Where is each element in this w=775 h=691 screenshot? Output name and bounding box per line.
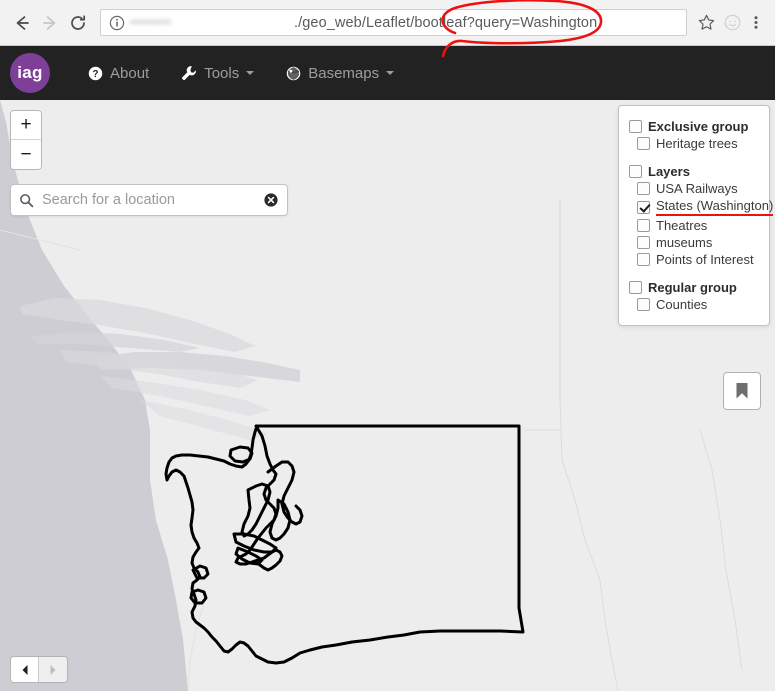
chevron-down-icon	[386, 71, 395, 75]
nav-item-about-label: About	[110, 64, 150, 82]
checkbox-theatres[interactable]	[637, 219, 650, 232]
layer-group-exclusive: Exclusive group Heritage trees	[629, 118, 759, 152]
left-arrow-icon	[22, 664, 27, 675]
layer-label: Layers	[648, 164, 690, 179]
nav-item-basemaps[interactable]: Basemaps	[270, 59, 410, 88]
url-origin-redacted: ••••••••	[130, 14, 172, 31]
zoom-out-button[interactable]: −	[11, 140, 41, 169]
svg-text:?: ?	[92, 68, 98, 79]
layer-item-usa-railways[interactable]: USA Railways	[629, 180, 759, 197]
layer-item-heritage-trees[interactable]: Heritage trees	[629, 135, 759, 152]
checkbox-usa-railways[interactable]	[637, 182, 650, 195]
checkbox-states-washington[interactable]	[637, 200, 650, 214]
app-navbar: iag ? About Tools Basemaps	[0, 46, 775, 100]
layer-label: States (Washington)	[656, 198, 774, 216]
location-search-box[interactable]	[10, 184, 288, 216]
checkbox-layers-group[interactable]	[629, 165, 642, 178]
back-arrow-icon	[16, 15, 29, 30]
checkbox-points-of-interest[interactable]	[637, 253, 650, 266]
nav-item-basemaps-label: Basemaps	[308, 64, 380, 82]
layer-item-theatres[interactable]: Theatres	[629, 217, 759, 234]
layer-group-layers: Layers USA Railways States (Washington) …	[629, 163, 774, 268]
leaflet-map[interactable]: + − Exclusive group Heritage trees	[0, 100, 775, 691]
nav-item-tools[interactable]: Tools	[165, 59, 270, 88]
checkbox-regular-group[interactable]	[629, 281, 642, 294]
layer-label: museums	[656, 235, 713, 250]
checkbox-heritage-trees[interactable]	[637, 137, 650, 150]
forward-arrow-icon	[43, 15, 56, 30]
profile-avatar-button[interactable]	[719, 10, 745, 36]
layer-label: Theatres	[656, 218, 708, 233]
pager-next-button[interactable]	[39, 657, 67, 682]
layer-label: Regular group	[648, 280, 737, 295]
layer-label: Exclusive group	[648, 119, 749, 134]
zoom-in-button[interactable]: +	[11, 111, 41, 140]
layer-label: USA Railways	[656, 181, 738, 196]
bookmark-star-button[interactable]	[693, 10, 719, 36]
bookmark-icon	[736, 383, 748, 399]
layer-group-regular: Regular group Counties	[629, 279, 759, 313]
search-icon	[20, 193, 34, 207]
browser-menu-button[interactable]	[745, 10, 767, 36]
map-pager-control	[10, 656, 68, 683]
checkbox-exclusive-group[interactable]	[629, 120, 642, 133]
star-icon	[698, 14, 714, 30]
layer-item-points-of-interest[interactable]: Points of Interest	[629, 251, 759, 268]
pager-previous-button[interactable]	[11, 657, 40, 682]
clear-search-icon[interactable]	[263, 192, 279, 208]
info-circle-icon[interactable]	[109, 15, 125, 31]
url-query: ?query=Washington	[466, 14, 598, 31]
right-arrow-icon	[50, 664, 56, 675]
map-zoom-control: + −	[10, 110, 42, 170]
wrench-icon	[181, 65, 197, 81]
three-dot-menu-icon	[754, 16, 758, 29]
layer-label: Counties	[656, 297, 708, 312]
account-circle-icon	[724, 14, 740, 31]
url-path: /geo_web/Leaflet/bootleaf	[298, 14, 467, 31]
browser-back-button[interactable]	[8, 9, 36, 37]
question-circle-icon: ?	[88, 66, 103, 81]
checkbox-museums[interactable]	[637, 236, 650, 249]
checkbox-counties[interactable]	[637, 298, 650, 311]
browser-reload-button[interactable]	[64, 9, 92, 37]
search-input[interactable]	[40, 191, 263, 209]
browser-forward-button[interactable]	[36, 9, 64, 37]
address-bar[interactable]: •••••••• . /geo_web/Leaflet/bootleaf ?qu…	[100, 9, 687, 36]
layer-group-header-exclusive[interactable]: Exclusive group	[629, 118, 759, 135]
map-bookmark-button[interactable]	[723, 372, 761, 410]
brand-logo-iag[interactable]: iag	[10, 53, 50, 93]
layer-group-header-layers[interactable]: Layers	[629, 163, 759, 180]
layer-item-museums[interactable]: museums	[629, 234, 759, 251]
layer-item-counties[interactable]: Counties	[629, 296, 759, 313]
layer-label: Points of Interest	[656, 252, 754, 267]
layer-label: Heritage trees	[656, 136, 738, 151]
nav-item-about[interactable]: ? About	[72, 59, 165, 88]
browser-toolbar: •••••••• . /geo_web/Leaflet/bootleaf ?qu…	[0, 0, 775, 46]
globe-icon	[286, 66, 301, 81]
chevron-down-icon	[246, 71, 255, 75]
reload-icon	[71, 14, 86, 30]
layer-group-header-regular[interactable]: Regular group	[629, 279, 759, 296]
nav-item-tools-label: Tools	[204, 64, 240, 82]
address-bar-text: •••••••• . /geo_web/Leaflet/bootleaf ?qu…	[130, 15, 597, 31]
layer-item-states-washington[interactable]: States (Washington)	[629, 197, 774, 217]
layers-control-panel[interactable]: Exclusive group Heritage trees Layers US…	[618, 105, 774, 326]
